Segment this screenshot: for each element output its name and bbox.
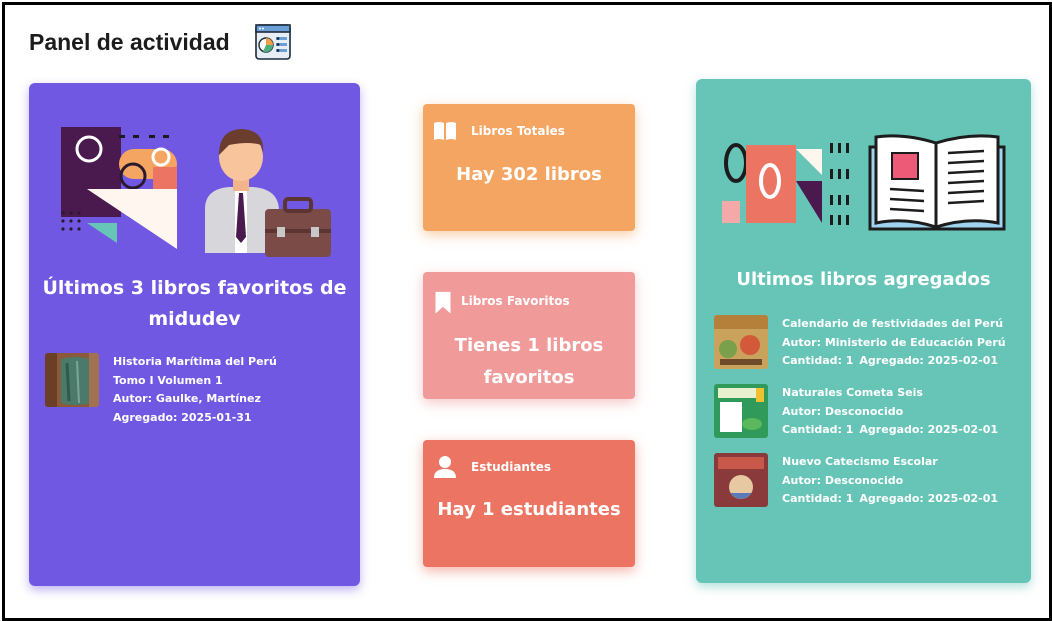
book-author: Autor: Ministerio de Educación Perú [782, 335, 1006, 349]
book-author: Autor: Desconocido [782, 473, 904, 487]
user-icon [434, 456, 456, 478]
recent-book-info: Nuevo Catecismo Escolar Autor: Desconoci… [782, 453, 998, 507]
book-title: Nuevo Catecismo Escolar [782, 455, 938, 468]
recent-books-illustration [722, 134, 1006, 231]
page-header: Panel de actividad [29, 23, 292, 61]
book-author: Autor: Desconocido [782, 404, 904, 418]
stat-value: Tienes 1 libros favoritos [454, 335, 604, 388]
book-quantity: Cantidad: 1 [782, 492, 854, 505]
stat-card-total-books[interactable]: Libros Totales Hay 302 libros [423, 104, 635, 231]
favorites-card: Últimos 3 libros favoritos de midudev Hi… [29, 83, 360, 586]
book-added-date: Agregado: 2025-01-31 [113, 410, 252, 424]
stat-value: Hay 302 libros [456, 164, 602, 185]
recent-books-title: Ultimos libros agregados [736, 269, 991, 290]
dashboard-report-icon [254, 24, 291, 60]
book-title: Calendario de festividades del Perú [782, 317, 1004, 330]
stat-value: Hay 1 estudiantes [437, 499, 621, 520]
page-title: Panel de actividad [29, 28, 230, 55]
bookmark-icon [435, 291, 451, 314]
stat-card-favorite-books[interactable]: Libros Favoritos Tienes 1 libros favorit… [423, 272, 635, 399]
book-added-date: Agregado: 2025-02-01 [859, 354, 999, 367]
recent-book-item[interactable]: Naturales Cometa Seis Autor: Desconocido… [714, 384, 1006, 438]
stat-label: Libros Favoritos [461, 294, 570, 308]
book-cover-thumbnail [714, 453, 768, 507]
book-cover-thumbnail [714, 315, 768, 369]
stat-card-students[interactable]: Estudiantes Hay 1 estudiantes [423, 440, 635, 567]
book-author: Autor: Gaulke, Martínez [113, 392, 261, 405]
favorite-book-item[interactable]: Historia Marítima del Perú Tomo I Volume… [45, 353, 313, 427]
book-open-icon [434, 122, 456, 140]
recent-books-card: Ultimos libros agregados Calendario de f… [696, 79, 1031, 583]
favorites-illustration [61, 127, 331, 257]
book-title: Historia Marítima del Perú Tomo I Volume… [113, 355, 277, 387]
favorite-book-info: Historia Marítima del Perú Tomo I Volume… [113, 353, 313, 427]
book-quantity: Cantidad: 1 [782, 354, 854, 367]
book-cover-thumbnail [45, 353, 99, 407]
recent-book-info: Calendario de festividades del Perú Auto… [782, 315, 1006, 369]
recent-books-list: Calendario de festividades del Perú Auto… [714, 315, 1006, 522]
app-frame: Panel de actividad Últimos 3 libros favo… [2, 2, 1052, 621]
book-cover-thumbnail [714, 384, 768, 438]
favorites-title: Últimos 3 libros favoritos de midudev [42, 277, 347, 330]
stat-label: Libros Totales [471, 124, 565, 138]
recent-book-item[interactable]: Nuevo Catecismo Escolar Autor: Desconoci… [714, 453, 1006, 507]
recent-book-item[interactable]: Calendario de festividades del Perú Auto… [714, 315, 1006, 369]
recent-book-info: Naturales Cometa Seis Autor: Desconocido… [782, 384, 998, 438]
book-added-date: Agregado: 2025-02-01 [859, 492, 999, 505]
book-title: Naturales Cometa Seis [782, 386, 923, 399]
book-quantity: Cantidad: 1 [782, 423, 854, 436]
stat-label: Estudiantes [471, 460, 551, 474]
book-added-date: Agregado: 2025-02-01 [859, 423, 999, 436]
